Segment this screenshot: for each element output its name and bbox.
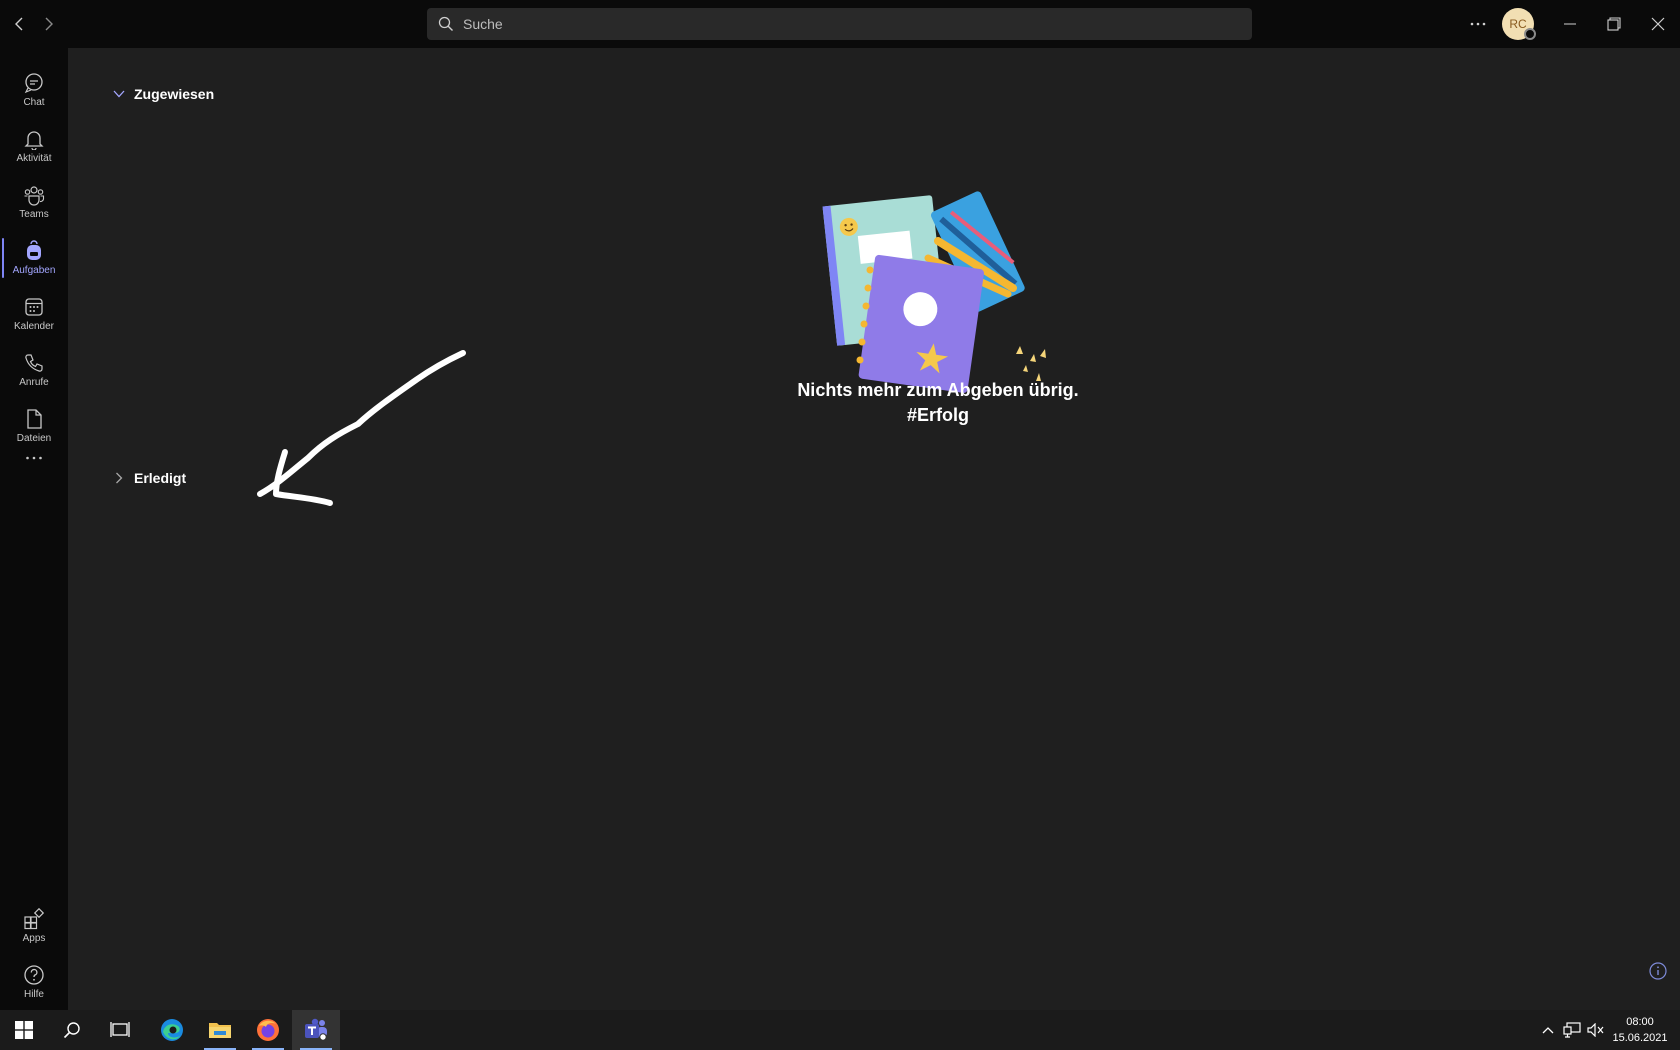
forward-icon[interactable] — [36, 12, 60, 36]
more-options-icon[interactable] — [1466, 12, 1490, 36]
bell-icon — [23, 128, 45, 150]
section-assigned[interactable]: Zugewiesen — [112, 86, 214, 102]
file-explorer-icon[interactable] — [196, 1010, 244, 1050]
teams-icon — [23, 184, 45, 206]
rail-item-activity[interactable]: Aktivität — [0, 118, 68, 174]
annotation-arrow — [257, 350, 466, 506]
rail-item-label: Chat — [23, 97, 45, 108]
teams-app-icon[interactable] — [292, 1010, 340, 1050]
task-view-icon[interactable] — [96, 1010, 144, 1050]
section-assigned-title: Zugewiesen — [134, 86, 215, 102]
network-icon[interactable] — [1562, 1020, 1582, 1040]
rail-item-assignments[interactable]: Aufgaben — [0, 230, 68, 286]
empty-state-line-2: #Erfolg — [906, 405, 969, 425]
section-done-title: Erledigt — [134, 470, 187, 486]
backpack-icon — [23, 240, 45, 262]
rail-item-chat[interactable]: Chat — [0, 62, 68, 118]
phone-icon — [23, 352, 45, 374]
search-bar[interactable] — [427, 8, 1252, 40]
assignments-pane: Zugewiesen Nichts mehr zum Abgeben übrig… — [68, 48, 1680, 1010]
file-icon — [23, 408, 45, 430]
restore-icon[interactable] — [1602, 12, 1626, 36]
empty-state-line-1: Nichts mehr zum Abgeben übrig. — [797, 380, 1079, 400]
clock-date: 15.06.2021 — [1612, 1032, 1668, 1044]
chevron-down-icon — [112, 87, 126, 101]
volume-muted-icon[interactable] — [1586, 1020, 1606, 1040]
windows-taskbar: 08:00 15.06.2021 — [0, 1010, 1680, 1050]
avatar-initials: RC — [1509, 17, 1527, 31]
rail-item-label: Apps — [22, 933, 46, 944]
rail-item-label: Teams — [19, 209, 49, 220]
system-clock[interactable]: 08:00 15.06.2021 — [1605, 1014, 1675, 1046]
chat-icon — [23, 72, 45, 94]
rail-item-help[interactable]: Hilfe — [0, 954, 68, 1010]
edge-browser-icon[interactable] — [148, 1010, 196, 1050]
rail-more-apps[interactable] — [0, 440, 68, 476]
apps-icon — [23, 908, 45, 930]
section-done[interactable]: Erledigt — [112, 470, 186, 486]
rail-item-calls[interactable]: Anrufe — [0, 342, 68, 398]
presence-status-icon — [1524, 28, 1536, 40]
show-hidden-icons-icon[interactable] — [1538, 1020, 1558, 1040]
close-icon[interactable] — [1646, 12, 1670, 36]
search-icon — [437, 15, 455, 33]
clock-time: 08:00 — [1626, 1016, 1654, 1028]
rail-item-label: Aufgaben — [12, 265, 56, 276]
search-input[interactable] — [463, 16, 1223, 32]
more-icon — [23, 447, 45, 469]
help-icon — [23, 964, 45, 986]
back-icon[interactable] — [8, 12, 32, 36]
rail-item-label: Aktivität — [16, 153, 52, 164]
rail-item-label: Kalender — [13, 321, 55, 332]
rail-item-label: Anrufe — [19, 377, 49, 388]
minimize-icon[interactable] — [1558, 12, 1582, 36]
empty-state-message: Nichts mehr zum Abgeben übrig. #Erfolg — [728, 378, 1148, 428]
taskbar-search-icon[interactable] — [48, 1010, 96, 1050]
title-bar: RC — [0, 0, 1680, 48]
rail-item-apps[interactable]: Apps — [0, 898, 68, 954]
windows-start-icon[interactable] — [0, 1010, 48, 1050]
calendar-icon — [23, 296, 45, 318]
firefox-icon[interactable] — [244, 1010, 292, 1050]
chevron-right-icon — [112, 471, 126, 485]
info-icon[interactable] — [1645, 958, 1671, 984]
rail-item-label: Hilfe — [23, 989, 44, 1000]
rail-item-teams[interactable]: Teams — [0, 174, 68, 230]
app-rail: Chat Aktivität Teams Aufgaben Kalender A… — [0, 48, 68, 1010]
rail-item-calendar[interactable]: Kalender — [0, 286, 68, 342]
